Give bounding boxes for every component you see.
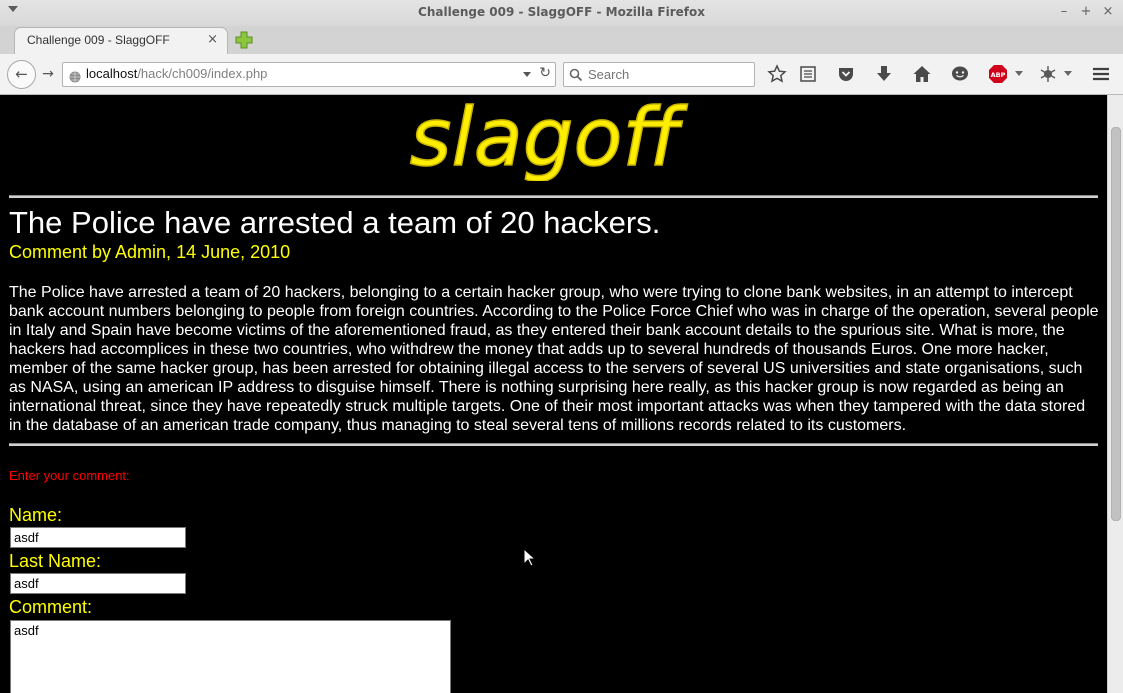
search-bar[interactable] bbox=[563, 62, 755, 87]
search-icon bbox=[569, 67, 583, 82]
back-arrow-icon: ← bbox=[15, 65, 28, 83]
window-title: Challenge 009 - SlaggOFF - Mozilla Firef… bbox=[418, 5, 705, 19]
page-scrollbar[interactable] bbox=[1107, 95, 1123, 693]
menu-icon[interactable] bbox=[1091, 64, 1111, 84]
extension-dropdown-icon[interactable] bbox=[1063, 70, 1073, 78]
name-field[interactable] bbox=[10, 527, 186, 548]
last-name-label: Last Name: bbox=[9, 551, 102, 571]
back-button[interactable]: ← bbox=[7, 60, 36, 89]
url-history-dropdown-icon[interactable] bbox=[523, 72, 531, 77]
download-icon[interactable] bbox=[874, 64, 894, 84]
scrollbar-thumb[interactable] bbox=[1111, 127, 1121, 521]
tab-label: Challenge 009 - SlaggOFF bbox=[27, 33, 170, 47]
article-byline: Comment by Admin, 14 June, 2010 bbox=[9, 242, 291, 262]
comment-prompt: Enter your comment: bbox=[9, 468, 130, 483]
extension-icon[interactable] bbox=[1038, 64, 1058, 84]
chat-icon[interactable] bbox=[950, 64, 970, 84]
maximize-button[interactable]: + bbox=[1077, 3, 1095, 21]
url-path: /hack/ch009/index.php bbox=[137, 66, 268, 81]
pocket-icon[interactable] bbox=[836, 64, 856, 84]
article-body: The Police have arrested a team of 20 ha… bbox=[9, 284, 1099, 434]
forward-arrow-icon: → bbox=[42, 66, 54, 82]
reload-icon[interactable]: ↻ bbox=[539, 65, 551, 81]
divider-bottom bbox=[9, 443, 1098, 446]
window-titlebar: Challenge 009 - SlaggOFF - Mozilla Firef… bbox=[0, 0, 1123, 27]
slagoff-logo: slagoff bbox=[395, 95, 695, 181]
reading-list-icon[interactable] bbox=[798, 64, 818, 84]
logo-text: slagoff bbox=[410, 95, 689, 181]
star-icon[interactable] bbox=[767, 64, 787, 84]
adblock-dropdown-icon[interactable] bbox=[1014, 70, 1024, 78]
url-text[interactable]: localhost/hack/ch009/index.php bbox=[86, 66, 267, 81]
minimize-button[interactable]: – bbox=[1055, 3, 1073, 21]
article-headline: The Police have arrested a team of 20 ha… bbox=[9, 205, 661, 240]
svg-text:ABP: ABP bbox=[991, 71, 1006, 79]
globe-icon bbox=[69, 68, 81, 83]
adblock-plus-icon[interactable]: ABP bbox=[988, 64, 1008, 84]
tab-close-icon[interactable]: × bbox=[207, 32, 218, 47]
name-label: Name: bbox=[9, 505, 63, 525]
forward-button[interactable]: → bbox=[39, 65, 57, 83]
mouse-cursor-icon bbox=[523, 547, 537, 568]
tab-challenge-009[interactable]: Challenge 009 - SlaggOFF × bbox=[14, 27, 228, 54]
search-input[interactable] bbox=[586, 65, 750, 84]
url-bar[interactable]: localhost/hack/ch009/index.php ↻ bbox=[62, 62, 556, 87]
home-icon[interactable] bbox=[912, 64, 932, 84]
new-tab-icon[interactable] bbox=[235, 31, 253, 49]
url-host: localhost bbox=[86, 66, 138, 81]
navigation-toolbar: ← → localhost/hack/ch009/index.php ↻ Sea… bbox=[0, 54, 1123, 95]
close-window-button[interactable]: × bbox=[1099, 3, 1117, 21]
comment-label: Comment: bbox=[9, 597, 93, 617]
tab-strip: Challenge 009 - SlaggOFF × bbox=[0, 26, 1123, 54]
comment-textarea[interactable]: asdf bbox=[10, 620, 451, 693]
last-name-field[interactable] bbox=[10, 573, 186, 594]
divider-top bbox=[9, 195, 1098, 198]
page-content: slagoff The Police have arrested a team … bbox=[0, 95, 1107, 693]
